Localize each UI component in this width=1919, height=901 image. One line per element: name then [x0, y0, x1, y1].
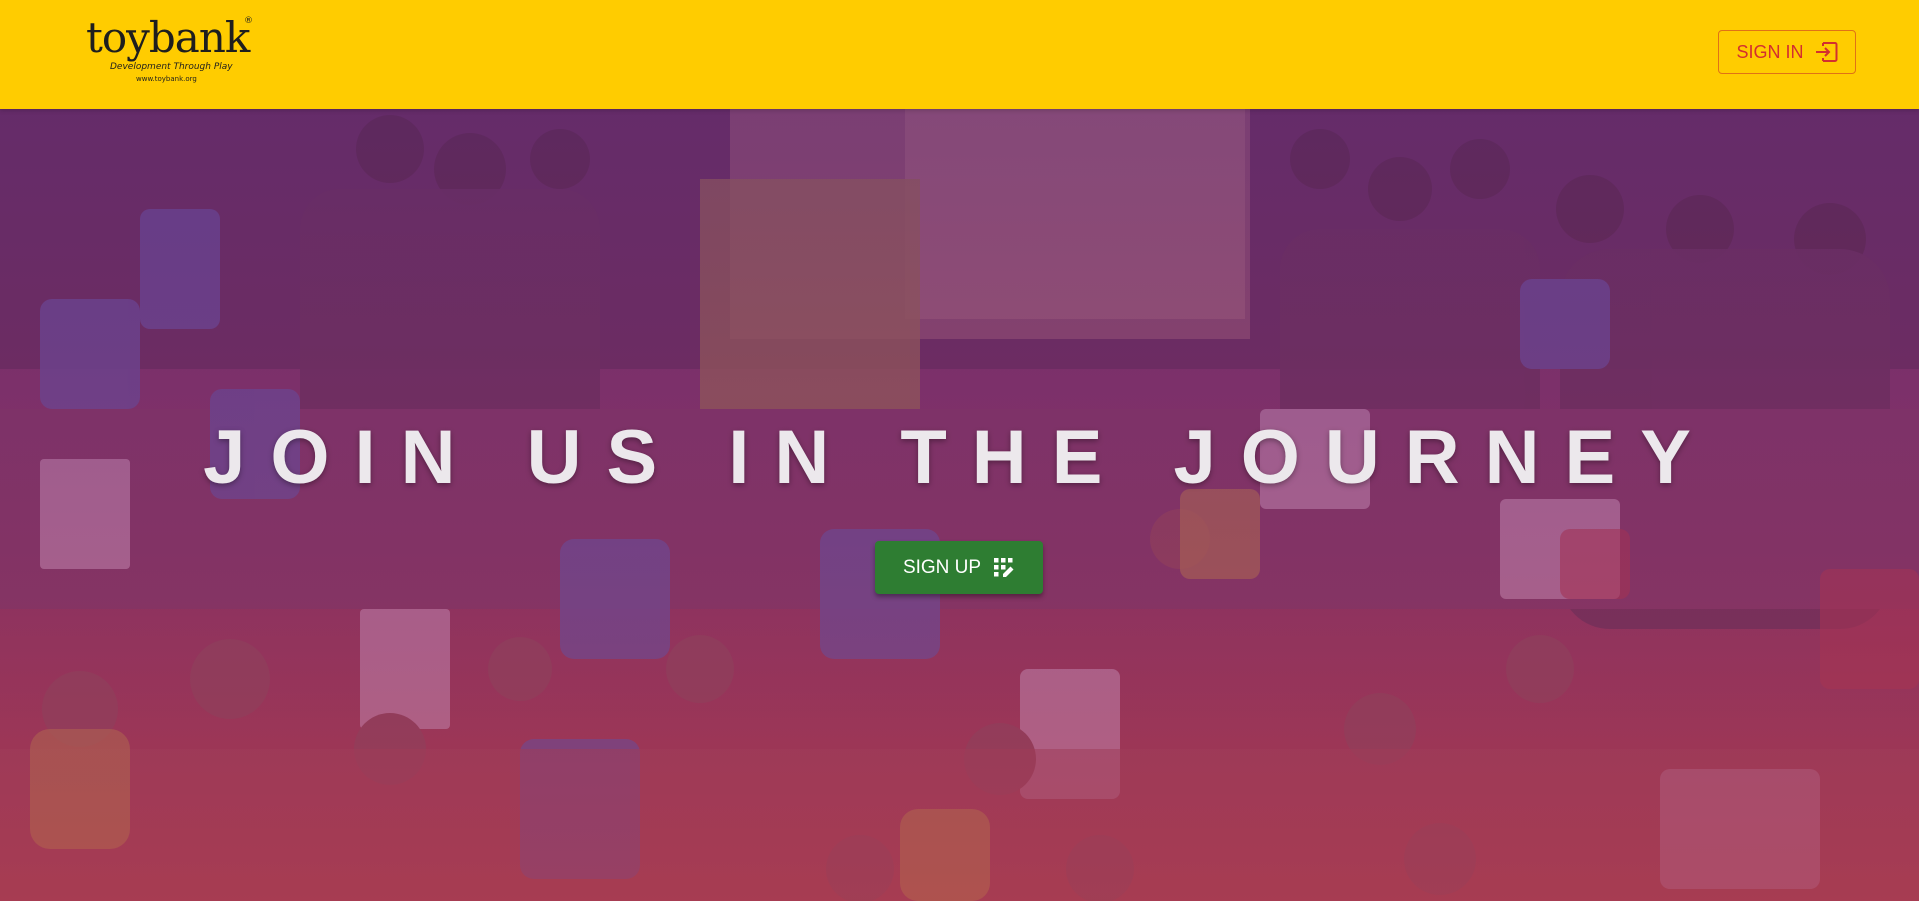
toybank-logo[interactable]: toybank ® Development Through Play www.t… [86, 14, 256, 88]
logo-registered-mark: ® [244, 16, 253, 26]
sign-in-label: SIGN IN [1736, 41, 1804, 62]
logo-url: www.toybank.org [136, 75, 197, 83]
login-icon [1814, 41, 1838, 63]
page: toybank ® Development Through Play www.t… [0, 0, 1919, 901]
app-registration-icon [993, 557, 1015, 579]
sign-up-label: SIGN UP [902, 556, 982, 578]
logo-wordmark: toybank [86, 13, 250, 62]
hero-section: JOIN US IN THE JOURNEY SIGN UP [0, 109, 1919, 901]
hero-color-overlay [0, 109, 1919, 901]
hero-title: JOIN US IN THE JOURNEY [203, 415, 1716, 500]
sign-up-button[interactable]: SIGN UP [875, 541, 1043, 594]
top-app-bar: toybank ® Development Through Play www.t… [0, 0, 1919, 109]
logo-tagline: Development Through Play [110, 62, 233, 72]
sign-in-button[interactable]: SIGN IN [1718, 30, 1856, 74]
